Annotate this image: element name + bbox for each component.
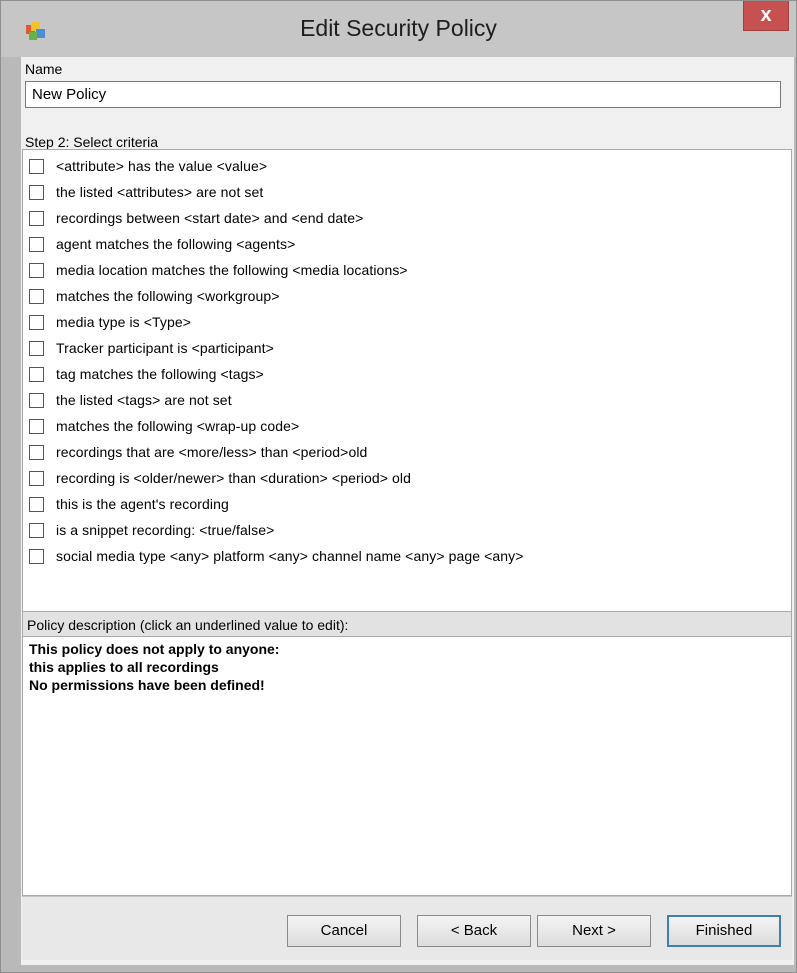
policy-name-input[interactable]: New Policy [25, 81, 781, 108]
criteria-checkbox[interactable] [29, 496, 44, 512]
criteria-item-label: is a snippet recording: <true/false> [56, 522, 275, 538]
criteria-item[interactable]: agent matches the following <agents> [29, 234, 295, 254]
criteria-item-label: media type is <Type> [56, 314, 192, 330]
criteria-checkbox[interactable] [29, 392, 44, 408]
criteria-item[interactable]: matches the following <workgroup> [29, 286, 280, 306]
criteria-item-label: Tracker participant is <participant> [56, 340, 274, 356]
criteria-label: Step 2: Select criteria [25, 134, 159, 150]
dialog-body: Name New Policy Step 2: Select criteria … [21, 57, 794, 965]
description-line: this applies to all recordings [29, 659, 219, 675]
next-button[interactable]: Next > [537, 915, 651, 947]
back-button[interactable]: < Back [417, 915, 531, 947]
criteria-item[interactable]: <attribute> has the value <value> [29, 156, 267, 176]
criteria-item-label: social media type <any> platform <any> c… [56, 548, 524, 564]
criteria-item-label: the listed <tags> are not set [56, 392, 232, 408]
criteria-checkbox[interactable] [29, 288, 44, 304]
window-title: Edit Security Policy [300, 15, 497, 41]
criteria-checkbox[interactable] [29, 444, 44, 460]
criteria-item[interactable]: Tracker participant is <participant> [29, 338, 274, 358]
criteria-item[interactable]: is a snippet recording: <true/false> [29, 520, 274, 540]
criteria-checkbox[interactable] [29, 184, 44, 200]
title-bar[interactable]: Edit Security Policy x [1, 1, 796, 57]
criteria-item-label: tag matches the following <tags> [56, 366, 264, 382]
cancel-button[interactable]: Cancel [287, 915, 401, 947]
criteria-checkbox[interactable] [29, 548, 44, 564]
name-label: Name [25, 61, 63, 77]
criteria-item-label: the listed <attributes> are not set [56, 184, 264, 200]
criteria-checkbox[interactable] [29, 418, 44, 434]
criteria-list[interactable]: <attribute> has the value <value> the li… [22, 149, 792, 611]
criteria-item-label: matches the following <wrap-up code> [56, 418, 300, 434]
description-line: This policy does not apply to anyone: [29, 641, 280, 657]
edit-security-policy-window: Edit Security Policy x Name New Policy S… [0, 0, 797, 973]
criteria-item[interactable]: recordings between <start date> and <end… [29, 208, 363, 228]
close-button[interactable]: x [743, 1, 789, 31]
criteria-item-label: recordings that are <more/less> than <pe… [56, 444, 368, 460]
criteria-item-label: recordings between <start date> and <end… [56, 210, 364, 226]
finished-button[interactable]: Finished [667, 915, 781, 947]
criteria-checkbox[interactable] [29, 470, 44, 486]
criteria-checkbox[interactable] [29, 366, 44, 382]
criteria-item-label: matches the following <workgroup> [56, 288, 280, 304]
criteria-item-label: media location matches the following <me… [56, 262, 408, 278]
criteria-item-label: agent matches the following <agents> [56, 236, 296, 252]
criteria-item[interactable]: this is the agent's recording [29, 494, 229, 514]
policy-description-panel[interactable]: This policy does not apply to anyone: th… [22, 637, 792, 896]
criteria-checkbox[interactable] [29, 522, 44, 538]
criteria-item[interactable]: social media type <any> platform <any> c… [29, 546, 524, 566]
criteria-item[interactable]: media location matches the following <me… [29, 260, 408, 280]
criteria-checkbox[interactable] [29, 262, 44, 278]
criteria-item-label: this is the agent's recording [56, 496, 229, 512]
criteria-checkbox[interactable] [29, 210, 44, 226]
criteria-checkbox[interactable] [29, 236, 44, 252]
criteria-item[interactable]: the listed <attributes> are not set [29, 182, 263, 202]
criteria-checkbox[interactable] [29, 158, 44, 174]
criteria-item[interactable]: matches the following <wrap-up code> [29, 416, 299, 436]
button-bar: Cancel < Back Next > Finished [22, 896, 792, 960]
criteria-item[interactable]: the listed <tags> are not set [29, 390, 232, 410]
criteria-item-label: recording is <older/newer> than <duratio… [56, 470, 411, 486]
criteria-item[interactable]: recording is <older/newer> than <duratio… [29, 468, 411, 488]
criteria-item-label: <attribute> has the value <value> [56, 158, 268, 174]
criteria-item[interactable]: tag matches the following <tags> [29, 364, 264, 384]
criteria-item[interactable]: recordings that are <more/less> than <pe… [29, 442, 367, 462]
criteria-checkbox[interactable] [29, 340, 44, 356]
criteria-item[interactable]: media type is <Type> [29, 312, 191, 332]
policy-description-header: Policy description (click an underlined … [22, 611, 792, 637]
criteria-checkbox[interactable] [29, 314, 44, 330]
description-line: No permissions have been defined! [29, 677, 265, 693]
